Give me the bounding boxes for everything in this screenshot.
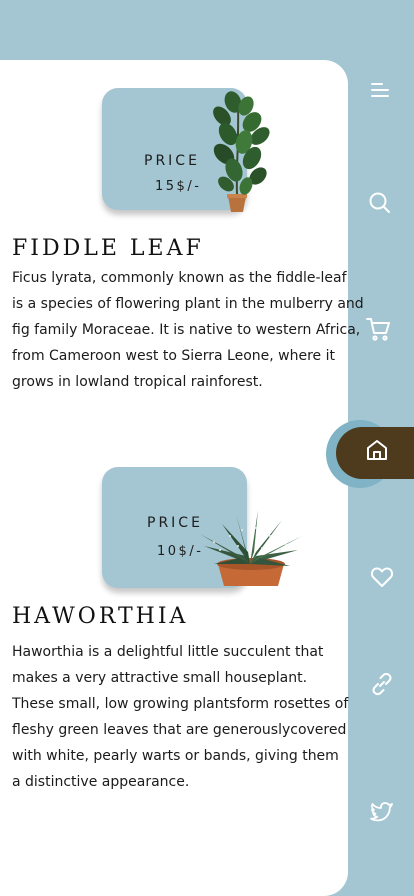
menu-icon[interactable] bbox=[367, 77, 393, 103]
home-icon[interactable] bbox=[364, 437, 390, 463]
link-icon[interactable] bbox=[369, 671, 395, 697]
price-label: PRICE bbox=[144, 153, 200, 169]
price-label: PRICE bbox=[147, 515, 203, 531]
plant-title: HAWORTHIA bbox=[12, 604, 189, 629]
plant-title: FIDDLE LEAF bbox=[12, 236, 204, 261]
price-value: 15$/- bbox=[155, 179, 202, 194]
plant-description: Ficus lyrata, commonly known as the fidd… bbox=[12, 270, 364, 390]
fiddle-leaf-plant-image bbox=[213, 91, 270, 212]
twitter-icon[interactable] bbox=[369, 798, 395, 824]
heart-icon[interactable] bbox=[369, 564, 395, 590]
search-icon[interactable] bbox=[367, 190, 393, 216]
haworthia-plant-image bbox=[200, 510, 302, 586]
price-value: 10$/- bbox=[157, 544, 204, 559]
plant-description: Haworthia is a delightful little succule… bbox=[12, 644, 349, 790]
cart-icon[interactable] bbox=[365, 316, 391, 342]
